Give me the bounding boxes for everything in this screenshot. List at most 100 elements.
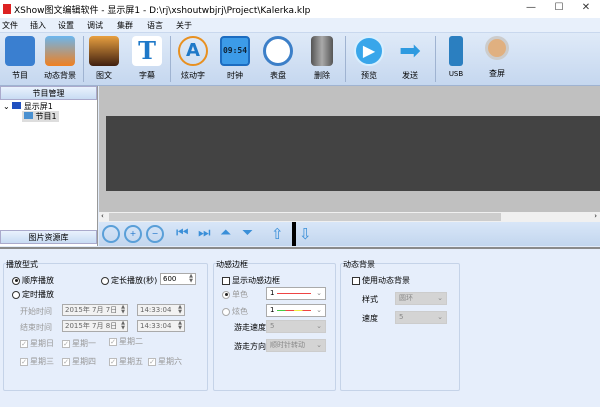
program-manager-header[interactable]: 节目管理 bbox=[0, 86, 97, 100]
program-button[interactable]: 节目 bbox=[0, 35, 40, 85]
image-text-label: 图文 bbox=[96, 71, 112, 80]
app-logo-icon bbox=[3, 4, 11, 14]
minimize-button[interactable]: — bbox=[520, 2, 542, 16]
properties-panel: 播放型式 顺序播放 定长播放(秒) 600 ▲ ▼ 定时播放 开始时间 2015年 … bbox=[0, 247, 600, 407]
zoom-fit-icon[interactable] bbox=[102, 225, 120, 243]
day-thursday-checkbox[interactable]: ✓ 星期四 bbox=[62, 356, 96, 367]
red-line-swatch bbox=[276, 292, 311, 294]
menu-cluster[interactable]: 集群 bbox=[117, 20, 133, 31]
fixed-length-label: 定长播放(秒) bbox=[111, 276, 158, 285]
clock-button[interactable]: 09:54 时钟 bbox=[215, 35, 255, 85]
day-saturday-checkbox[interactable]: ✓ 星期六 bbox=[148, 356, 182, 367]
end-time-picker[interactable]: 14:33:04 ▲ ▼ bbox=[137, 320, 185, 332]
chevron-down-icon: ⌄ bbox=[316, 341, 322, 349]
menu-file[interactable]: 文件 bbox=[2, 20, 18, 31]
use-background-label: 使用动态背景 bbox=[362, 276, 410, 285]
last-icon[interactable]: ⏭ bbox=[198, 225, 216, 243]
spinner-icon[interactable]: ▲ ▼ bbox=[187, 274, 195, 284]
subtitle-button[interactable]: T 字幕 bbox=[127, 35, 167, 85]
day-wednesday-checkbox[interactable]: ✓ 星期三 bbox=[20, 356, 54, 367]
use-background-checkbox[interactable]: 使用动态背景 bbox=[352, 275, 410, 286]
day-sunday-checkbox[interactable]: ✓ 星期日 bbox=[20, 338, 54, 349]
single-color-select[interactable]: 1 ⌄ bbox=[266, 287, 326, 300]
flashy-text-button[interactable]: A 炫动字 bbox=[173, 35, 213, 85]
title-bar: XShow图文编辑软件 - 显示屏1 - D:\rj\xshoutwbjrj\P… bbox=[0, 0, 600, 18]
usb-button[interactable]: USB bbox=[436, 35, 476, 85]
menu-debug[interactable]: 调试 bbox=[87, 20, 103, 31]
day-friday-checkbox[interactable]: ✓ 星期五 bbox=[109, 356, 143, 367]
move-bottom-icon[interactable]: ⏷ bbox=[242, 225, 260, 243]
multi-color-select[interactable]: 1 ⌄ bbox=[266, 304, 326, 317]
fixed-length-radio[interactable]: 定长播放(秒) bbox=[101, 275, 157, 286]
sequential-radio[interactable]: 顺序播放 bbox=[12, 275, 54, 286]
menu-insert[interactable]: 插入 bbox=[30, 20, 46, 31]
maximize-button[interactable]: ☐ bbox=[548, 2, 570, 16]
start-time-label: 开始时间 bbox=[20, 307, 52, 316]
scroll-thumb[interactable] bbox=[109, 213, 501, 221]
fixed-length-value: 600 bbox=[163, 275, 177, 283]
day-monday-checkbox[interactable]: ✓ 星期一 bbox=[62, 338, 96, 349]
menu-language[interactable]: 语言 bbox=[147, 20, 163, 31]
move-up-icon[interactable]: ⇧ bbox=[271, 225, 289, 243]
multi-color-value: 1 bbox=[270, 306, 275, 314]
usb-label: USB bbox=[448, 70, 464, 78]
rainbow-line-swatch bbox=[276, 309, 311, 311]
day-label: 星期二 bbox=[119, 337, 143, 346]
scroll-right-icon[interactable]: › bbox=[594, 212, 597, 220]
zoom-in-icon[interactable]: + bbox=[124, 225, 142, 243]
fixed-length-input[interactable]: 600 ▲ ▼ bbox=[160, 273, 196, 285]
horizontal-scrollbar[interactable]: ‹ › bbox=[99, 212, 600, 222]
multi-color-radio[interactable]: 炫色 bbox=[222, 306, 248, 317]
zoom-out-icon[interactable]: − bbox=[146, 225, 164, 243]
scroll-left-icon[interactable]: ‹ bbox=[101, 212, 104, 220]
spinner-icon[interactable]: ▲ ▼ bbox=[119, 305, 127, 315]
background-style-select[interactable]: 圆环 ⌄ bbox=[395, 292, 447, 305]
close-button[interactable]: ✕ bbox=[575, 2, 597, 16]
image-library-tab[interactable]: 图片资源库 bbox=[0, 230, 97, 244]
move-down-icon[interactable]: ⇩ bbox=[299, 225, 317, 243]
dial-button[interactable]: 表盘 bbox=[258, 35, 298, 85]
border-direction-select[interactable]: 顺时针转动 ⌄ bbox=[266, 339, 326, 352]
show-border-checkbox[interactable]: 显示动感边框 bbox=[222, 275, 280, 286]
photo-icon bbox=[89, 36, 119, 66]
toolbar-separator bbox=[170, 36, 171, 82]
tree-node-program[interactable]: 节目1 bbox=[22, 111, 59, 122]
single-color-value: 1 bbox=[270, 289, 275, 297]
single-color-radio[interactable]: 单色 bbox=[222, 289, 248, 300]
timed-radio[interactable]: 定时播放 bbox=[12, 289, 54, 300]
multi-color-label: 炫色 bbox=[232, 307, 248, 316]
clapperboard-icon bbox=[5, 36, 35, 66]
chevron-down-icon: ⌄ bbox=[316, 322, 322, 330]
end-time-value: 14:33:04 bbox=[140, 322, 172, 330]
start-date-picker[interactable]: 2015年 7月 7日 ▲ ▼ bbox=[62, 304, 128, 316]
day-tuesday-checkbox[interactable]: ✓ 星期二 bbox=[109, 336, 143, 347]
led-screen-preview[interactable] bbox=[106, 116, 600, 191]
border-direction-value: 顺时针转动 bbox=[270, 341, 305, 349]
dynamic-background-label: 动态背景 bbox=[44, 71, 76, 80]
delete-label: 删除 bbox=[314, 71, 330, 80]
end-date-picker[interactable]: 2015年 7月 8日 ▲ ▼ bbox=[62, 320, 128, 332]
dynamic-background-button[interactable]: 动态背景 bbox=[40, 35, 80, 85]
send-arrow-icon: ➡ bbox=[399, 36, 421, 66]
background-speed-select[interactable]: 5 ⌄ bbox=[395, 311, 447, 324]
spinner-icon[interactable]: ▲ ▼ bbox=[176, 305, 184, 315]
clock-label: 时钟 bbox=[227, 71, 243, 80]
border-speed-select[interactable]: 5 ⌄ bbox=[266, 320, 326, 333]
preview-button[interactable]: ▶ 预览 bbox=[349, 35, 389, 85]
menu-about[interactable]: 关于 bbox=[176, 20, 192, 31]
image-text-button[interactable]: 图文 bbox=[84, 35, 124, 85]
spinner-icon[interactable]: ▲ ▼ bbox=[176, 321, 184, 331]
check-screen-button[interactable]: 查屏 bbox=[477, 35, 517, 85]
start-time-picker[interactable]: 14:33:04 ▲ ▼ bbox=[137, 304, 185, 316]
menu-settings[interactable]: 设置 bbox=[58, 20, 74, 31]
spinner-icon[interactable]: ▲ ▼ bbox=[119, 321, 127, 331]
program-icon bbox=[24, 112, 33, 119]
delete-button[interactable]: 删除 bbox=[302, 35, 342, 85]
end-time-label: 结束时间 bbox=[20, 323, 52, 332]
window-title: XShow图文编辑软件 - 显示屏1 - D:\rj\xshoutwbjrj\P… bbox=[14, 6, 311, 16]
timed-label: 定时播放 bbox=[22, 290, 54, 299]
move-top-icon[interactable]: ⏶ bbox=[220, 225, 238, 243]
send-button[interactable]: ➡ 发送 bbox=[390, 35, 430, 85]
first-icon[interactable]: ⏮ bbox=[176, 225, 194, 243]
clownfish-icon bbox=[45, 36, 75, 66]
